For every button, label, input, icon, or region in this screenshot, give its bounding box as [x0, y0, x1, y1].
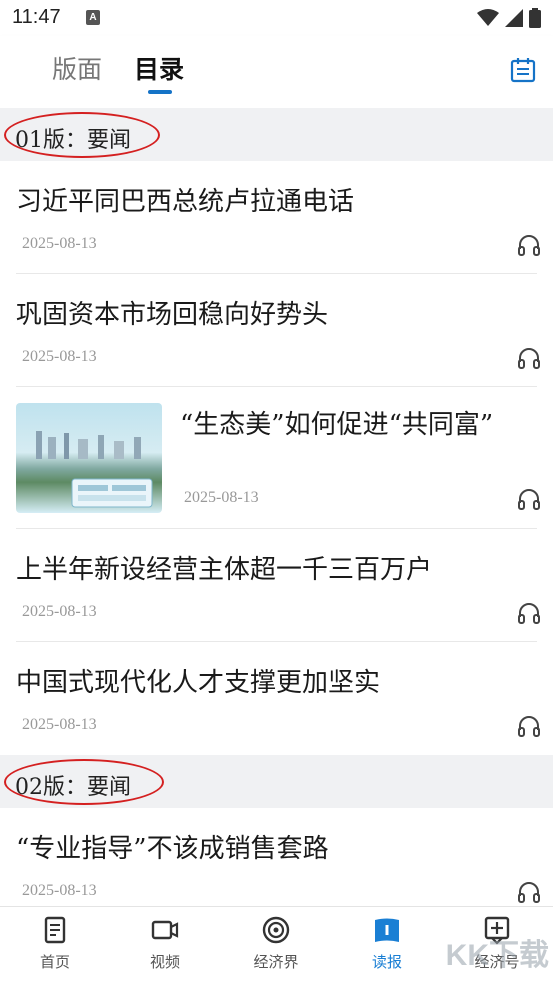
status-icons [477, 8, 541, 28]
article-date: 2025-08-13 [22, 235, 97, 252]
battery-icon [529, 8, 541, 28]
nav-read-paper[interactable]: 读报 [342, 915, 432, 972]
article-title: “专业指导”不该成销售套路 [16, 834, 329, 864]
article-title: “生态美”如何促进“共同富” [180, 410, 494, 440]
article-title: 中国式现代化人才支撑更加坚实 [16, 668, 381, 698]
status-bar: 11:47 A [0, 0, 553, 36]
calendar-icon[interactable] [509, 56, 537, 84]
article-date: 2025-08-13 [22, 603, 97, 620]
top-tab-bar: 版面 目录 [0, 36, 553, 108]
annotation-circle [4, 759, 164, 805]
status-time: 11:47 [12, 6, 61, 28]
article-title: 习近平同巴西总统卢拉通电话 [16, 187, 355, 217]
document-icon [44, 916, 66, 944]
article-list: 01版：要闻 习近平同巴西总统卢拉通电话 2025-08-13 巩固资本市场回稳… [0, 108, 553, 921]
active-tab-indicator [148, 90, 172, 94]
signal-icon [505, 9, 523, 27]
target-icon [262, 916, 290, 944]
headphones-icon[interactable] [517, 714, 541, 738]
article-item[interactable]: 上半年新设经营主体超一千三百万户 2025-08-13 [16, 529, 540, 642]
headphones-icon[interactable] [517, 601, 541, 625]
nav-label: 首页 [39, 953, 70, 971]
headphones-icon[interactable] [517, 233, 541, 257]
nav-video[interactable]: 视频 [120, 915, 210, 972]
headphones-icon[interactable] [517, 880, 541, 904]
article-item[interactable]: “专业指导”不该成销售套路 2025-08-13 [16, 808, 540, 921]
article-title: 巩固资本市场回稳向好势头 [16, 300, 329, 330]
newspaper-icon [375, 918, 399, 942]
section-header: 02版：要闻 [0, 755, 553, 808]
article-date: 2025-08-13 [22, 348, 97, 365]
article-date: 2025-08-13 [22, 882, 97, 899]
headphones-icon[interactable] [517, 346, 541, 370]
watermark: KK下载 [445, 939, 549, 972]
article-item[interactable]: 巩固资本市场回稳向好势头 2025-08-13 [16, 274, 540, 387]
tab-mulu[interactable]: 目录 [134, 50, 184, 86]
headphones-icon[interactable] [517, 487, 541, 511]
article-date: 2025-08-13 [184, 489, 259, 506]
nav-label: 视频 [149, 953, 180, 971]
annotation-circle [4, 112, 160, 158]
nav-label: 读报 [371, 953, 402, 971]
article-date: 2025-08-13 [22, 716, 97, 733]
nav-label: 经济界 [253, 953, 299, 971]
nav-home[interactable]: 首页 [10, 915, 100, 972]
section-header: 01版：要闻 [0, 108, 553, 161]
article-title: 上半年新设经营主体超一千三百万户 [16, 555, 433, 585]
article-thumbnail [16, 403, 162, 513]
tab-banmian[interactable]: 版面 [52, 50, 102, 86]
article-item[interactable]: 中国式现代化人才支撑更加坚实 2025-08-13 [16, 642, 540, 755]
nav-economy[interactable]: 经济界 [231, 915, 321, 972]
article-item[interactable]: 习近平同巴西总统卢拉通电话 2025-08-13 [16, 161, 540, 274]
notification-icon: A [86, 10, 100, 25]
video-icon [151, 920, 179, 940]
wifi-icon [477, 9, 499, 26]
article-item[interactable]: “生态美”如何促进“共同富” 2025-08-13 [16, 387, 540, 529]
